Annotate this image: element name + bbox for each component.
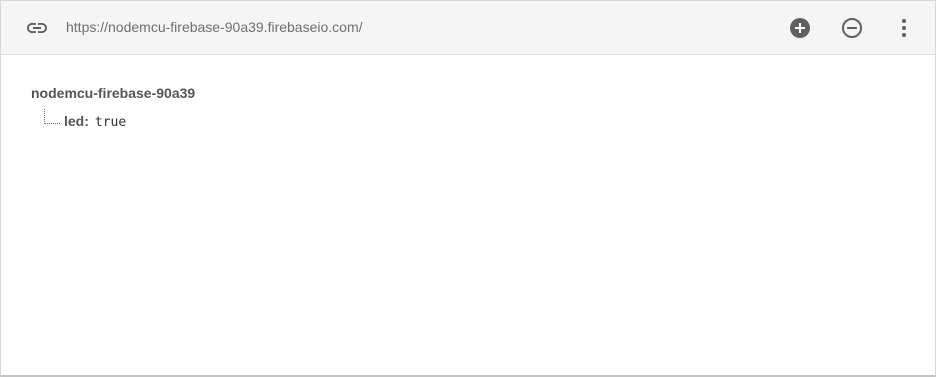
root-node-name[interactable]: nodemcu-firebase-90a39 — [31, 85, 195, 101]
database-url[interactable]: https://nodemcu-firebase-90a39.firebasei… — [66, 18, 363, 36]
link-icon[interactable] — [25, 16, 49, 40]
toolbar: https://nodemcu-firebase-90a39.firebasei… — [1, 1, 935, 55]
child-separator: : — [84, 113, 89, 129]
add-circle-icon[interactable] — [787, 15, 813, 41]
tree-child-row: led: true — [64, 113, 126, 131]
child-value[interactable]: true — [95, 115, 126, 130]
database-viewer-panel: https://nodemcu-firebase-90a39.firebasei… — [0, 0, 936, 377]
more-vert-icon[interactable] — [891, 15, 917, 41]
tree-connector — [44, 109, 60, 124]
remove-circle-icon[interactable] — [839, 15, 865, 41]
child-key[interactable]: led — [64, 113, 84, 129]
data-tree: nodemcu-firebase-90a39 led: true — [1, 55, 935, 375]
